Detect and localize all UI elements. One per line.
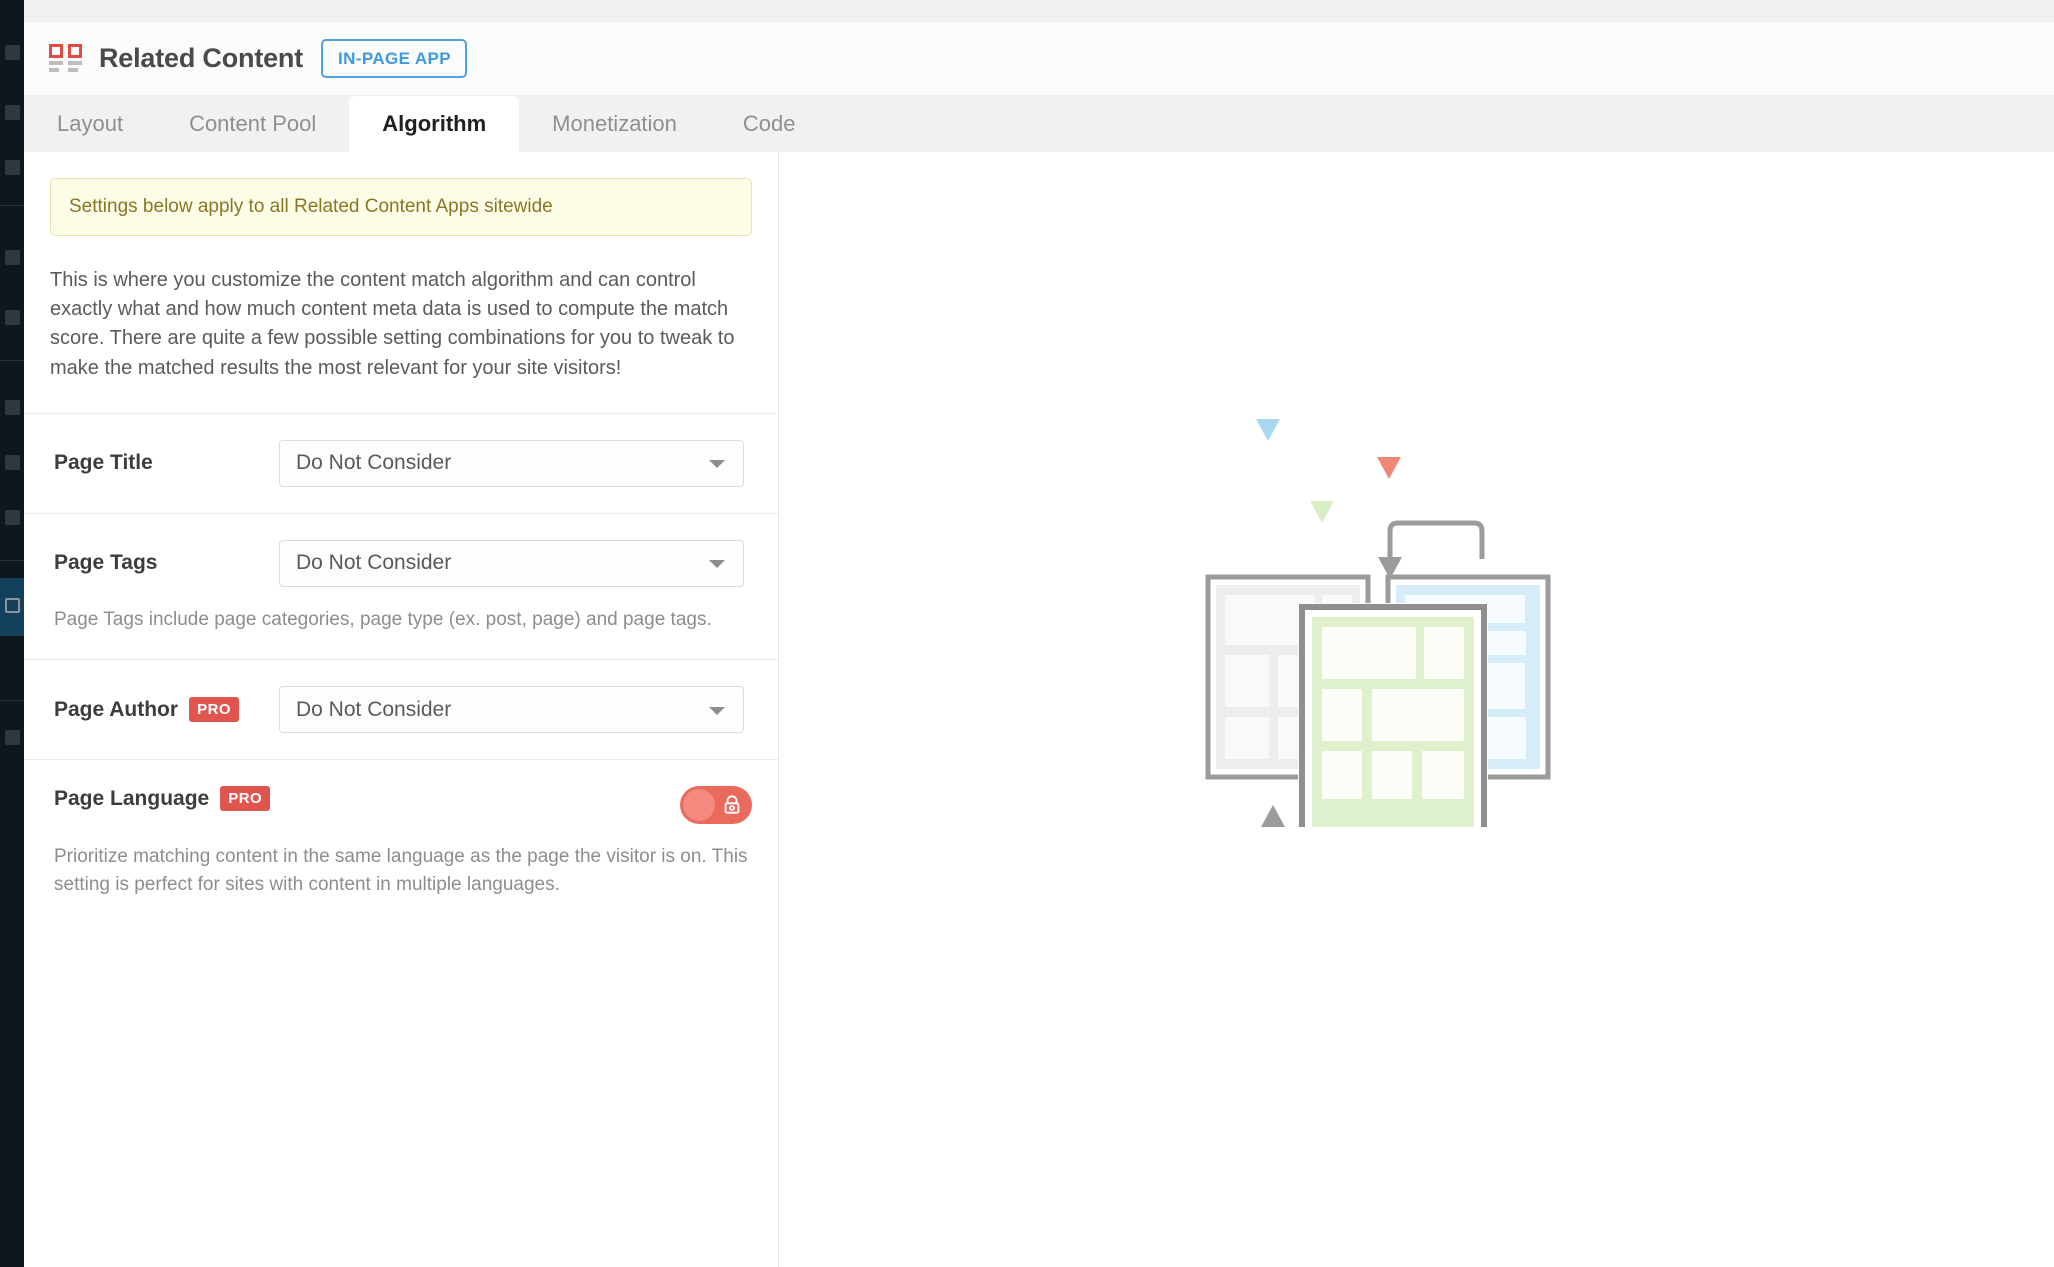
sidebar-icon-users[interactable] bbox=[5, 510, 20, 525]
label-page-title: Page Title bbox=[54, 451, 279, 475]
page-tags-select[interactable]: Do Not Consider bbox=[279, 539, 744, 587]
icon-square-right bbox=[68, 43, 82, 58]
sidebar-divider bbox=[0, 700, 24, 701]
chevron-down-icon bbox=[709, 460, 725, 469]
tab-bar: Layout Content Pool Algorithm Monetizati… bbox=[24, 96, 2054, 152]
sidebar-item-active[interactable] bbox=[0, 578, 24, 636]
page-author-select-value: Do Not Consider bbox=[296, 697, 452, 721]
setting-label-text: Page Tags bbox=[54, 551, 158, 575]
blue-triangle-marker bbox=[1256, 419, 1280, 441]
wp-admin-sidebar[interactable] bbox=[0, 0, 24, 1267]
tab-code[interactable]: Code bbox=[710, 96, 829, 152]
label-page-author: Page Author PRO bbox=[54, 697, 279, 723]
icon-line bbox=[49, 60, 63, 65]
arrow-head-up bbox=[1261, 805, 1285, 827]
sidebar-icon-media[interactable] bbox=[5, 160, 20, 175]
tab-layout[interactable]: Layout bbox=[24, 96, 156, 152]
icon-line bbox=[49, 67, 59, 72]
setting-row-page-language: Page Language PRO Prioritize matching co… bbox=[24, 759, 778, 924]
sidebar-icon-settings[interactable] bbox=[5, 730, 20, 745]
lock-icon bbox=[721, 794, 743, 821]
sidebar-icon-posts[interactable] bbox=[5, 105, 20, 120]
page-language-help-text: Prioritize matching content in the same … bbox=[54, 846, 748, 895]
app-header: Related Content IN-PAGE APP bbox=[24, 22, 2054, 96]
page-title-select[interactable]: Do Not Consider bbox=[279, 439, 744, 487]
page-title: Related Content bbox=[99, 43, 304, 73]
in-page-app-badge: IN-PAGE APP bbox=[321, 39, 468, 78]
setting-label-text: Page Title bbox=[54, 451, 153, 475]
icon-line bbox=[68, 60, 82, 65]
pro-badge: PRO bbox=[220, 786, 271, 812]
page-language-toggle[interactable] bbox=[680, 786, 752, 825]
setting-label-text: Page Author bbox=[54, 697, 179, 721]
setting-row-page-tags: Page Tags Do Not Consider Page Tags incl… bbox=[24, 512, 778, 660]
chevron-down-icon bbox=[709, 560, 725, 569]
tab-monetization[interactable]: Monetization bbox=[519, 96, 710, 152]
page-card-green bbox=[1298, 603, 1488, 843]
tab-algorithm[interactable]: Algorithm bbox=[349, 96, 520, 152]
sidebar-icon-comments[interactable] bbox=[5, 310, 20, 325]
setting-row-page-author: Page Author PRO Do Not Consider bbox=[24, 659, 778, 759]
page-title-select-value: Do Not Consider bbox=[296, 451, 452, 475]
intro-paragraph: This is where you customize the content … bbox=[50, 269, 735, 379]
toggle-knob bbox=[683, 789, 715, 822]
sidebar-icon-dashboard[interactable] bbox=[5, 45, 20, 60]
page-tags-select-value: Do Not Consider bbox=[296, 551, 452, 575]
chevron-down-icon bbox=[709, 706, 725, 715]
page-author-select[interactable]: Do Not Consider bbox=[279, 686, 744, 734]
icon-line bbox=[68, 67, 78, 72]
page-tags-help-text: Page Tags include page categories, page … bbox=[54, 608, 712, 630]
sidebar-icon-pages[interactable] bbox=[5, 250, 20, 265]
sidebar-divider bbox=[0, 360, 24, 361]
green-triangle-marker bbox=[1310, 501, 1334, 523]
sitewide-notice: Settings below apply to all Related Cont… bbox=[50, 178, 752, 236]
wordpress-admin-backdrop: Related Content IN-PAGE APP Layout Conte… bbox=[0, 0, 2054, 1267]
sidebar-divider bbox=[0, 205, 24, 206]
setting-label-text: Page Language bbox=[54, 786, 210, 810]
icon-square-left bbox=[49, 43, 63, 58]
sidebar-icon-plugins[interactable] bbox=[5, 455, 20, 470]
pro-badge: PRO bbox=[189, 697, 240, 723]
preview-pane bbox=[780, 152, 2054, 1267]
setting-row-page-title: Page Title Do Not Consider bbox=[24, 412, 778, 513]
sidebar-divider bbox=[0, 560, 24, 561]
related-content-app-panel: Related Content IN-PAGE APP Layout Conte… bbox=[24, 22, 2054, 1267]
label-page-language: Page Language PRO bbox=[54, 786, 271, 812]
related-content-pages-diagram bbox=[1200, 407, 1640, 874]
sidebar-icon-appearance[interactable] bbox=[5, 400, 20, 415]
red-triangle-marker bbox=[1377, 457, 1401, 479]
sidebar-icon-active-app bbox=[5, 598, 20, 613]
label-page-tags: Page Tags bbox=[54, 551, 279, 575]
tab-content-pool[interactable]: Content Pool bbox=[156, 96, 349, 152]
related-content-app-icon bbox=[49, 43, 83, 74]
algorithm-settings-column: Settings below apply to all Related Cont… bbox=[24, 152, 779, 1267]
